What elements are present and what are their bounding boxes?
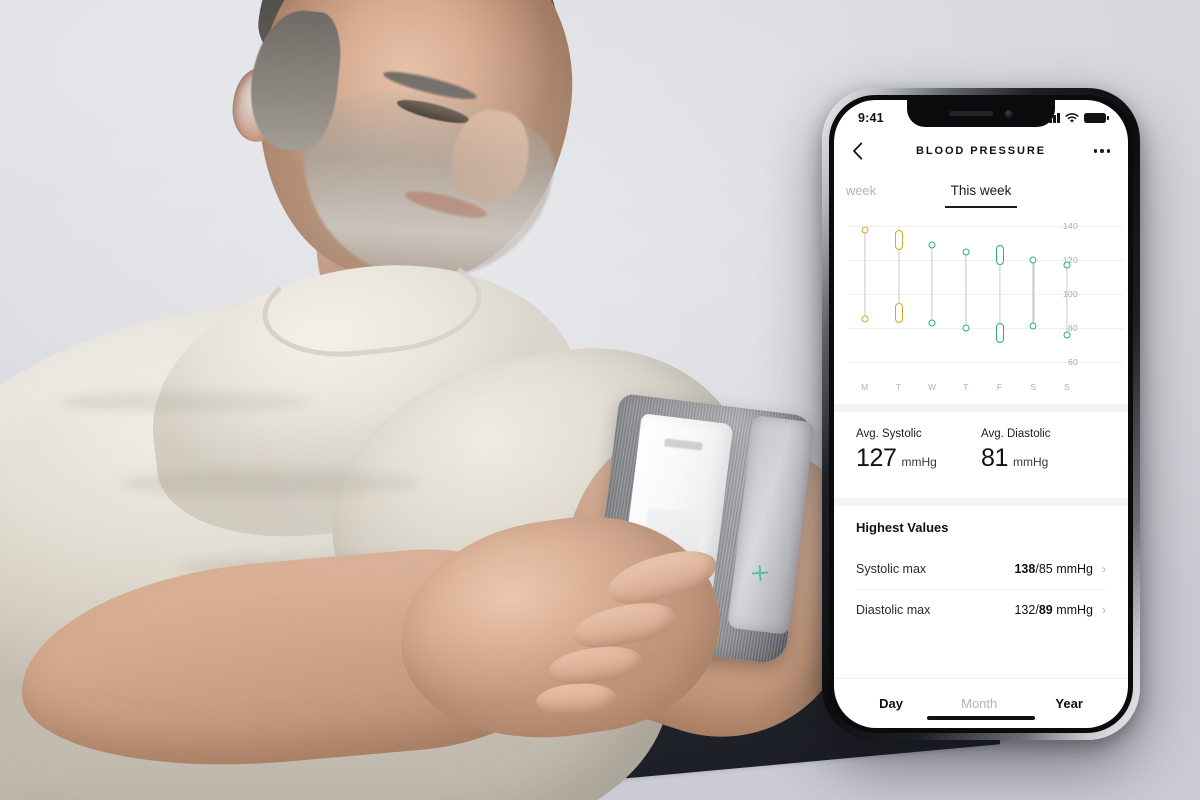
chart-marker-diastolic: [894, 302, 903, 323]
dot: [1100, 149, 1104, 153]
chevron-left-icon: [853, 142, 863, 160]
tab-previous-week[interactable]: week: [834, 183, 904, 198]
chart-gridline: [848, 327, 1124, 329]
row-label: Systolic max: [856, 562, 927, 576]
chart-range-stem: [1066, 265, 1068, 335]
chart-day-column[interactable]: [958, 218, 974, 370]
row-value-rest: /85 mmHg: [1035, 562, 1093, 576]
phone-screen: 9:41 BLOOD PRESSURE week This week 140 1…: [834, 100, 1128, 728]
chart-marker-systolic: [894, 229, 903, 250]
tab-year[interactable]: Year: [1055, 696, 1082, 711]
section-spacer: [834, 498, 1128, 506]
nav-bar: BLOOD PRESSURE: [834, 130, 1128, 172]
chart-gridline: [848, 260, 1124, 262]
page-title: BLOOD PRESSURE: [916, 145, 1046, 157]
chart-gridline: [848, 294, 1124, 295]
chart-day-label: T: [963, 382, 969, 392]
period-tab-bar: Day Month Year: [834, 678, 1128, 728]
chart-marker-diastolic: [962, 324, 970, 332]
chart-marker-diastolic: [1063, 331, 1071, 339]
status-bar: 9:41: [834, 100, 1128, 130]
chart-marker-systolic: [995, 245, 1004, 266]
avg-value: 81: [981, 444, 1009, 472]
chart-range-stem: [931, 245, 933, 323]
chart-day-column[interactable]: [1059, 218, 1075, 370]
wifi-icon: [1065, 112, 1079, 123]
phone-bezel: 9:41 BLOOD PRESSURE week This week 140 1…: [829, 95, 1133, 733]
avg-unit: mmHg: [1013, 455, 1049, 469]
avg-diastolic: Avg. Diastolic 81 mmHg: [981, 428, 1106, 498]
highest-values-section: Highest Values Systolic max 138/85 mmHg …: [834, 506, 1128, 678]
avg-unit: mmHg: [901, 455, 937, 469]
chart-marker-systolic: [928, 241, 936, 249]
row-value-plain: 132/: [1014, 603, 1039, 617]
row-systolic-max[interactable]: Systolic max 138/85 mmHg ›: [856, 549, 1106, 589]
tab-month[interactable]: Month: [961, 696, 997, 711]
chevron-right-icon: ›: [1102, 603, 1106, 617]
row-value-rest: mmHg: [1052, 603, 1093, 617]
chart-plot-area: 140 120 100 80 60: [848, 218, 1124, 370]
section-title: Highest Values: [856, 520, 949, 535]
chart-range-stem: [864, 229, 866, 320]
blood-pressure-chart: 140 120 100 80 60 M T W T F S S: [834, 208, 1128, 404]
avg-value: 127: [856, 444, 897, 472]
chart-day-column[interactable]: [891, 218, 907, 370]
chart-range-stem: [1032, 260, 1035, 327]
chevron-right-icon: ›: [1102, 562, 1106, 576]
chart-marker-diastolic: [1029, 322, 1037, 330]
avg-label: Avg. Diastolic: [981, 428, 1051, 440]
chart-day-label: S: [1030, 382, 1037, 392]
smartphone: 9:41 BLOOD PRESSURE week This week 140 1…: [822, 88, 1140, 740]
dot: [1106, 149, 1110, 153]
chart-day-label: M: [861, 382, 869, 392]
chart-marker-diastolic: [861, 315, 869, 323]
section-spacer: [834, 404, 1128, 412]
avg-value-row: 81 mmHg: [981, 444, 1106, 473]
cellular-bars-icon: [1045, 113, 1060, 123]
row-label: Diastolic max: [856, 603, 931, 617]
chart-day-column[interactable]: [1025, 218, 1041, 370]
chart-range-stem: [999, 255, 1001, 333]
chart-day-label: W: [928, 382, 937, 392]
back-button[interactable]: [852, 142, 878, 160]
chart-day-label: S: [1064, 382, 1071, 392]
avg-systolic: Avg. Systolic 127 mmHg: [856, 428, 981, 498]
status-indicators: [1045, 112, 1109, 124]
chart-day-column[interactable]: [992, 218, 1008, 370]
row-diastolic-max[interactable]: Diastolic max 132/89 mmHg ›: [856, 590, 1106, 630]
chart-gridline: [848, 361, 1124, 363]
chart-x-axis-labels: MTWTFSS: [848, 382, 1084, 398]
chart-range-stem: [965, 251, 967, 328]
week-selector: week This week: [834, 172, 1128, 208]
dot: [1093, 149, 1098, 153]
battery-icon: [1084, 112, 1109, 124]
averages-section: Avg. Systolic 127 mmHg Avg. Diastolic 81 mmHg: [834, 412, 1128, 498]
chart-day-label: T: [895, 382, 902, 392]
tab-day[interactable]: Day: [879, 696, 903, 711]
chart-marker-diastolic: [995, 322, 1004, 343]
avg-label: Avg. Systolic: [856, 428, 922, 440]
chart-day-label: F: [996, 382, 1003, 392]
avg-value-row: 127 mmHg: [856, 444, 981, 473]
status-time: 9:41: [858, 111, 884, 125]
row-value: 132/89 mmHg: [1014, 603, 1093, 617]
chart-marker-systolic: [861, 226, 869, 234]
chart-marker-systolic: [962, 248, 970, 256]
row-value-bold: 89: [1038, 603, 1053, 617]
chart-marker-systolic: [1063, 261, 1071, 269]
row-value: 138/85 mmHg: [1014, 562, 1093, 576]
chart-marker-systolic: [1029, 256, 1037, 264]
more-options-button[interactable]: [1084, 149, 1110, 153]
row-value-bold: 138: [1014, 562, 1036, 576]
home-indicator[interactable]: [927, 716, 1035, 720]
tab-this-week[interactable]: This week: [951, 183, 1012, 198]
chart-marker-diastolic: [928, 319, 936, 327]
chart-day-column[interactable]: [857, 218, 873, 370]
chart-gridline: [848, 226, 1124, 228]
chart-day-column[interactable]: [924, 218, 940, 370]
